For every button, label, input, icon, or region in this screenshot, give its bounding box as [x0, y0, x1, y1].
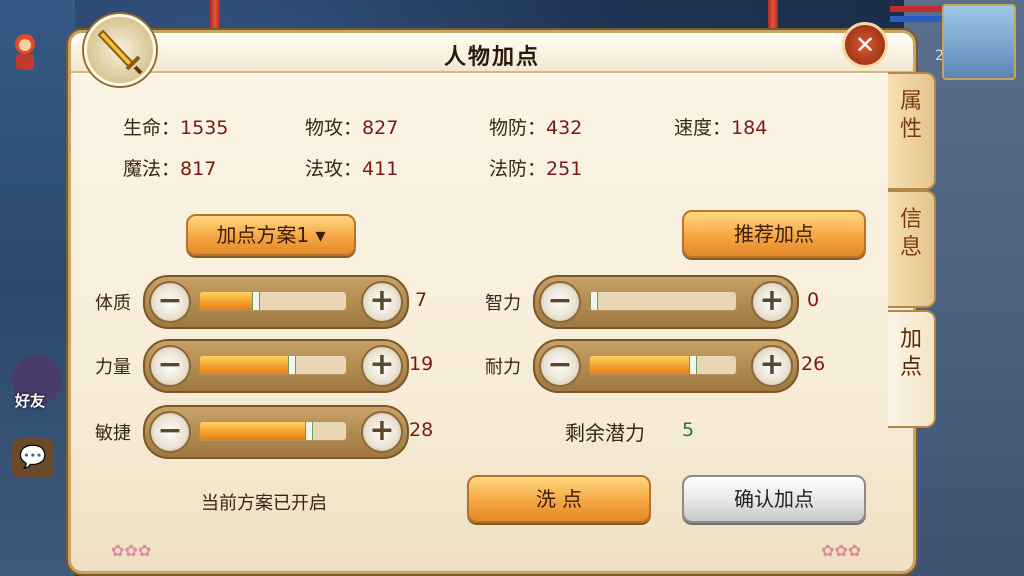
- tab-info[interactable]: 信息: [888, 190, 936, 308]
- increase-constitution-button[interactable]: +: [361, 281, 403, 323]
- slider-fill: [200, 356, 291, 374]
- attr-label-strength: 力量: [95, 357, 131, 378]
- remaining-potential-value: 5: [682, 419, 695, 441]
- constitution-slider: − +: [143, 275, 409, 329]
- stat-mana: 魔法：817: [123, 154, 216, 181]
- stat-value: 432: [546, 117, 583, 139]
- endurance-slider: − +: [533, 339, 799, 393]
- slider-handle[interactable]: [252, 292, 260, 310]
- slider-track[interactable]: [589, 355, 737, 375]
- slider-handle[interactable]: [689, 356, 697, 374]
- scheme-status-text: 当前方案已开启: [201, 493, 327, 514]
- stat-value: 184: [731, 117, 768, 139]
- agility-slider: − +: [143, 405, 409, 459]
- attr-label-agility: 敏捷: [95, 423, 131, 444]
- increase-agility-button[interactable]: +: [361, 411, 403, 453]
- decoration-flower-left: ✿✿✿: [111, 541, 152, 560]
- constitution-value: 7: [415, 289, 428, 311]
- stat-value: 827: [362, 117, 399, 139]
- slider-track[interactable]: [199, 421, 347, 441]
- stat-label: 生命：: [123, 117, 181, 139]
- endurance-value: 26: [801, 353, 826, 375]
- stat-label: 物攻：: [305, 117, 363, 139]
- slider-track[interactable]: [199, 291, 347, 311]
- stat-allocation-panel: 人物加点 生命：1535 物攻：827 物防：432 速度：184 魔法：817…: [68, 30, 916, 574]
- recommend-button[interactable]: 推荐加点: [682, 210, 866, 258]
- decrease-constitution-button[interactable]: −: [149, 281, 191, 323]
- decrease-agility-button[interactable]: −: [149, 411, 191, 453]
- intelligence-slider: − +: [533, 275, 799, 329]
- stat-magic-defense: 法防：251: [489, 154, 582, 181]
- decrease-strength-button[interactable]: −: [149, 345, 191, 387]
- slider-fill: [200, 422, 308, 440]
- mascot-icon[interactable]: [8, 32, 42, 72]
- stat-value: 411: [362, 158, 399, 180]
- decrease-intelligence-button[interactable]: −: [539, 281, 581, 323]
- close-button[interactable]: ✕: [842, 22, 888, 68]
- decrease-endurance-button[interactable]: −: [539, 345, 581, 387]
- stat-physical-attack: 物攻：827: [305, 113, 398, 140]
- confirm-allocation-button[interactable]: 确认加点: [682, 475, 866, 523]
- stat-value: 817: [180, 158, 217, 180]
- strength-value: 19: [409, 353, 434, 375]
- hanging-rope-left: [210, 0, 220, 30]
- game-scene-left: [0, 0, 75, 576]
- increase-strength-button[interactable]: +: [361, 345, 403, 387]
- friend-label[interactable]: 好友: [15, 390, 45, 411]
- slider-handle[interactable]: [305, 422, 313, 440]
- stat-label: 法防：: [489, 158, 547, 180]
- agility-value: 28: [409, 419, 434, 441]
- stat-label: 魔法：: [123, 158, 181, 180]
- stat-label: 法攻：: [305, 158, 363, 180]
- remaining-potential-label: 剩余潜力: [565, 421, 645, 445]
- stat-magic-attack: 法攻：411: [305, 154, 398, 181]
- attr-label-constitution: 体质: [95, 293, 131, 314]
- stat-hp: 生命：1535: [123, 113, 228, 140]
- increase-endurance-button[interactable]: +: [751, 345, 793, 387]
- panel-title: 人物加点: [443, 45, 540, 70]
- stat-value: 1535: [180, 117, 229, 139]
- intelligence-value: 0: [807, 289, 820, 311]
- scheme-select-button[interactable]: 加点方案1 ▾: [186, 214, 356, 256]
- stat-speed: 速度：184: [674, 113, 767, 140]
- hanging-rope-right: [768, 0, 778, 30]
- slider-handle[interactable]: [288, 356, 296, 374]
- stat-label: 物防：: [489, 117, 547, 139]
- strength-slider: − +: [143, 339, 409, 393]
- chat-icon[interactable]: 💬: [12, 438, 54, 478]
- attr-label-endurance: 耐力: [485, 357, 521, 378]
- tab-add-points[interactable]: 加点: [888, 310, 936, 428]
- tab-attributes[interactable]: 属性: [888, 72, 936, 190]
- sword-badge-icon: [84, 14, 156, 86]
- slider-handle[interactable]: [590, 292, 598, 310]
- stat-label: 速度：: [674, 117, 732, 139]
- panel-header: 人物加点: [71, 33, 913, 73]
- mp-bar: [890, 16, 942, 22]
- slider-track[interactable]: [589, 291, 737, 311]
- increase-intelligence-button[interactable]: +: [751, 281, 793, 323]
- decoration-flower-right: ✿✿✿: [821, 541, 862, 560]
- stat-value: 251: [546, 158, 583, 180]
- slider-fill: [590, 356, 692, 374]
- reset-points-button[interactable]: 洗 点: [467, 475, 651, 523]
- attr-label-intelligence: 智力: [485, 293, 521, 314]
- player-avatar[interactable]: [942, 4, 1016, 80]
- slider-track[interactable]: [199, 355, 347, 375]
- stat-physical-defense: 物防：432: [489, 113, 582, 140]
- slider-fill: [200, 292, 255, 310]
- hp-bar: [890, 6, 942, 12]
